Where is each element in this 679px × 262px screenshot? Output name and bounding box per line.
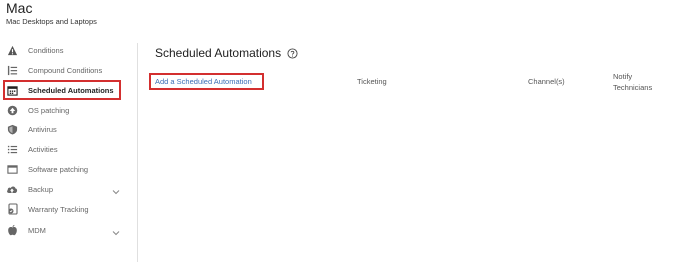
chevron-down-icon[interactable] — [111, 225, 121, 236]
add-scheduled-automation-link[interactable]: Add a Scheduled Automation — [149, 73, 264, 90]
sidebar-item-warranty-tracking[interactable]: Warranty Tracking — [3, 200, 121, 218]
shield-icon — [6, 123, 18, 135]
apple-icon — [6, 224, 18, 236]
page-title: Scheduled Automations — [155, 46, 298, 60]
sidebar-item-os-patching[interactable]: OS patching — [3, 101, 121, 119]
header-subtitle: Mac Desktops and Laptops — [6, 17, 97, 26]
sidebar-item-label: Backup — [28, 184, 54, 194]
upload-circle-icon — [6, 104, 18, 116]
warning-icon — [6, 44, 18, 56]
sidebar-item-activities[interactable]: Activities — [3, 140, 121, 158]
sidebar-item-conditions[interactable]: Conditions — [3, 41, 121, 59]
cloud-upload-icon — [6, 183, 18, 195]
list-icon — [6, 143, 18, 155]
sidebar-item-label: Antivirus — [28, 124, 57, 134]
sidebar-item-label: OS patching — [28, 105, 70, 115]
warranty-icon — [6, 203, 18, 215]
sidebar-item-software-patching[interactable]: Software patching — [3, 160, 121, 178]
sidebar-item-label: Activities — [28, 144, 58, 154]
header-title: Mac — [6, 0, 33, 16]
sidebar-item-antivirus[interactable]: Antivirus — [3, 120, 121, 138]
column-header-channels: Channel(s) — [528, 77, 565, 86]
sidebar-item-label: Software patching — [28, 164, 89, 174]
sidebar-item-label: MDM — [28, 225, 46, 235]
sidebar-item-label: Conditions — [28, 45, 64, 55]
sidebar-item-compound-conditions[interactable]: Compound Conditions — [3, 61, 121, 79]
sidebar-item-label: Compound Conditions — [28, 65, 103, 75]
help-icon[interactable] — [287, 47, 298, 59]
column-header-ticketing: Ticketing — [357, 77, 387, 86]
chevron-down-icon[interactable] — [111, 184, 121, 195]
page-title-text: Scheduled Automations — [155, 46, 282, 60]
sidebar-item-scheduled-automations[interactable]: Scheduled Automations — [3, 80, 121, 100]
window-icon — [6, 163, 18, 175]
sidebar-item-label: Scheduled Automations — [28, 85, 114, 95]
sidebar-item-backup[interactable]: Backup — [3, 180, 121, 198]
sidebar-item-mdm[interactable]: MDM — [3, 221, 121, 239]
sidebar-divider — [137, 43, 138, 262]
list-tree-icon — [6, 64, 18, 76]
calendar-icon — [6, 84, 18, 96]
column-header-notify-technicians: Notify Technicians — [613, 72, 653, 92]
sidebar-item-label: Warranty Tracking — [28, 204, 89, 214]
